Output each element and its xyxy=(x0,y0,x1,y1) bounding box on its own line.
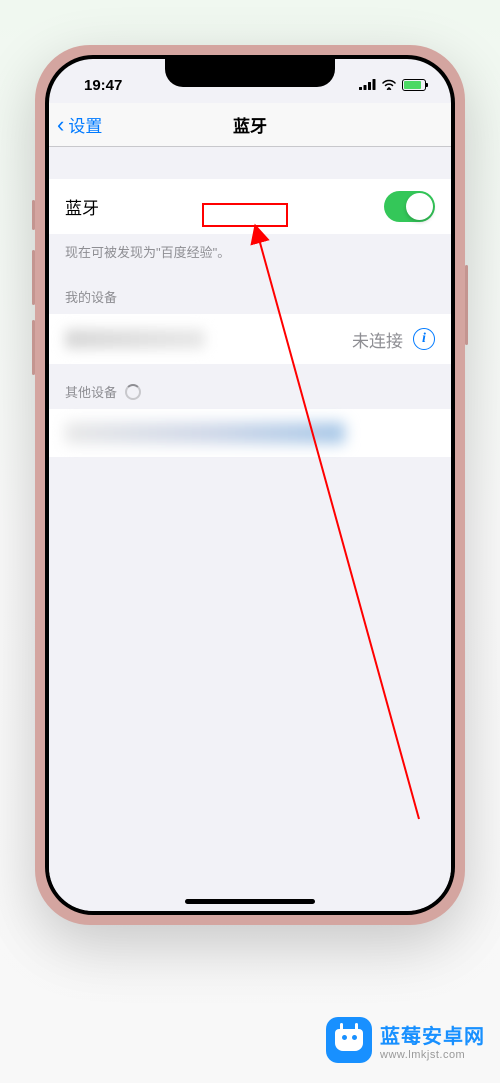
back-label: 设置 xyxy=(68,112,102,137)
device-name-blurred xyxy=(65,329,205,349)
mute-switch xyxy=(32,200,35,230)
spinner-icon xyxy=(125,384,141,400)
other-device-name-blurred xyxy=(65,422,345,444)
chevron-left-icon: ‹ xyxy=(57,112,64,138)
volume-up-button xyxy=(32,250,35,305)
watermark: 蓝莓安卓网 www.lmkjst.com xyxy=(326,1017,485,1063)
phone-screen: 19:47 xyxy=(49,59,451,911)
status-icons xyxy=(359,78,431,93)
wifi-icon xyxy=(381,78,397,93)
info-icon[interactable]: i xyxy=(413,328,435,350)
power-button xyxy=(465,265,468,345)
watermark-logo xyxy=(326,1017,372,1063)
volume-down-button xyxy=(32,320,35,375)
status-time: 19:47 xyxy=(69,77,122,94)
battery-fill xyxy=(404,81,421,89)
other-devices-header: 其他设备 xyxy=(49,364,451,409)
phone-frame: 19:47 xyxy=(35,45,465,925)
my-devices-header: 我的设备 xyxy=(49,269,451,314)
watermark-title: 蓝莓安卓网 xyxy=(380,1020,485,1049)
bluetooth-label: 蓝牙 xyxy=(65,194,99,219)
device-status: 未连接 i xyxy=(352,327,435,352)
bluetooth-toggle[interactable] xyxy=(384,191,435,222)
home-indicator[interactable] xyxy=(185,899,315,904)
page-title: 蓝牙 xyxy=(233,112,267,137)
discoverable-text: 现在可被发现为"百度经验"。 xyxy=(49,234,451,269)
toggle-knob xyxy=(406,193,433,220)
back-button[interactable]: ‹ 设置 xyxy=(49,112,102,138)
other-device-row[interactable] xyxy=(49,409,451,457)
navigation-bar: ‹ 设置 蓝牙 xyxy=(49,103,451,147)
signal-icon xyxy=(359,78,376,93)
my-device-row[interactable]: 未连接 i xyxy=(49,314,451,364)
watermark-url: www.lmkjst.com xyxy=(380,1049,485,1061)
connection-status: 未连接 xyxy=(352,327,403,352)
bluetooth-toggle-row[interactable]: 蓝牙 xyxy=(49,179,451,234)
battery-icon xyxy=(402,79,426,91)
watermark-text: 蓝莓安卓网 www.lmkjst.com xyxy=(380,1020,485,1061)
content-area: 蓝牙 现在可被发现为"百度经验"。 我的设备 未连接 i xyxy=(49,147,451,911)
phone-bezel: 19:47 xyxy=(45,55,455,915)
notch xyxy=(165,59,335,87)
